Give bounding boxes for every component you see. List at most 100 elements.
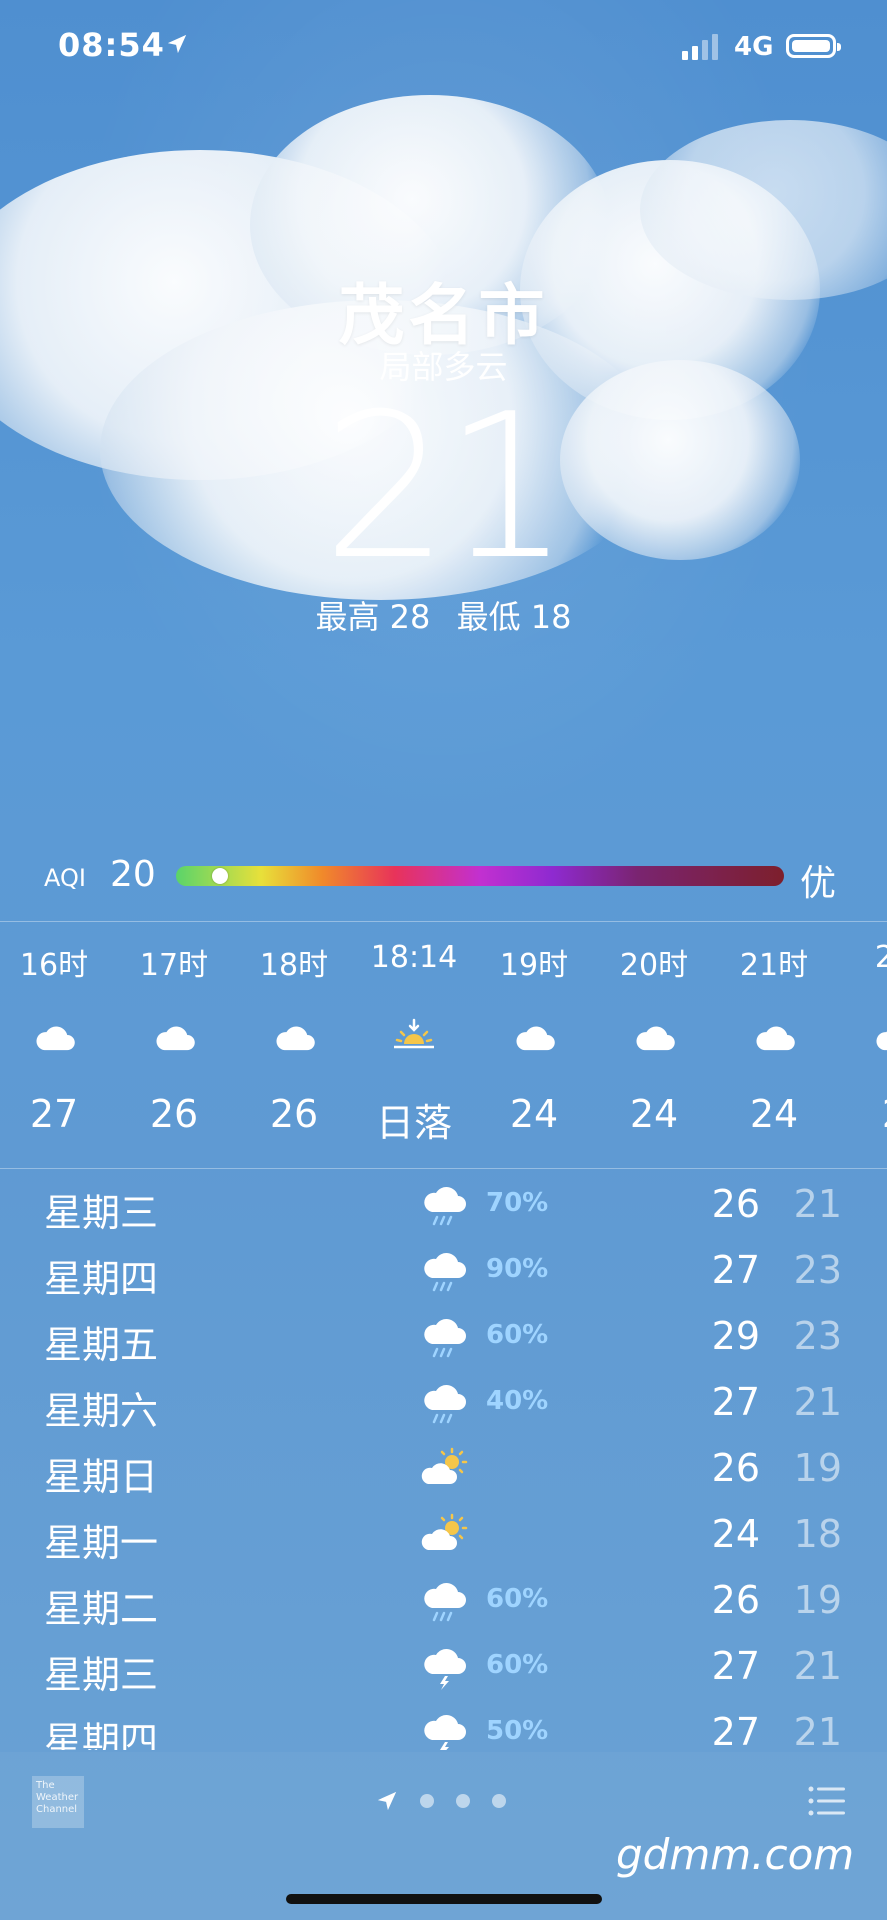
watermark-text: gdmm.com xyxy=(616,1830,855,1879)
day-low: 23 xyxy=(793,1248,842,1292)
day-low: 21 xyxy=(793,1644,842,1688)
rain-icon xyxy=(420,1182,468,1230)
daily-row: 星期五 60% 29 23 xyxy=(0,1304,887,1370)
day-name: 星期日 xyxy=(44,1455,159,1499)
hour-time: 18时 xyxy=(259,948,329,983)
low-temp: 最低 18 xyxy=(456,598,572,636)
hour-time: 16时 xyxy=(19,948,89,983)
sunset-icon xyxy=(390,1018,438,1052)
cloud-icon xyxy=(870,1018,887,1052)
day-low: 21 xyxy=(793,1380,842,1424)
hour-time: 19时 xyxy=(499,948,569,983)
battery-icon xyxy=(786,34,841,58)
hour-time: 21时 xyxy=(739,948,809,983)
day-name: 星期四 xyxy=(44,1257,159,1301)
hour-temp: 26 xyxy=(269,1092,319,1136)
day-low: 19 xyxy=(793,1578,842,1622)
city-list-icon[interactable] xyxy=(808,1786,846,1816)
rain-icon xyxy=(420,1578,468,1626)
precip-chance: 60% xyxy=(486,1584,549,1614)
cloud-icon xyxy=(510,1018,558,1052)
day-name: 星期四 xyxy=(44,1719,159,1750)
day-low: 21 xyxy=(793,1182,842,1226)
day-name: 星期一 xyxy=(44,1521,159,1565)
hour-time: 22 xyxy=(874,940,887,975)
daily-row: 星期四 90% 27 23 xyxy=(0,1238,887,1304)
daily-forecast[interactable]: 星期三 70% 26 21 星期四 90% 27 23 星期五 60% 29 23 星期六 40% 27 21… xyxy=(0,1172,887,1750)
daily-row: 星期六 40% 27 21 xyxy=(0,1370,887,1436)
bottom-bar: The Weather Channel gdmm.com xyxy=(0,1752,887,1920)
rain-icon xyxy=(420,1314,468,1362)
day-name: 星期五 xyxy=(44,1323,159,1367)
day-high: 26 xyxy=(711,1578,760,1622)
partly-cloudy-icon xyxy=(420,1512,468,1560)
thunderstorm-icon xyxy=(420,1644,468,1692)
signal-bars-icon xyxy=(682,34,718,60)
day-low: 21 xyxy=(793,1710,842,1750)
home-indicator[interactable] xyxy=(286,1894,602,1904)
precip-chance: 40% xyxy=(486,1386,549,1416)
high-low: 最高 28 最低 18 xyxy=(0,592,887,638)
day-high: 26 xyxy=(711,1446,760,1490)
daily-row: 星期三 60% 27 21 xyxy=(0,1634,887,1700)
weather-channel-logo[interactable]: The Weather Channel xyxy=(32,1776,84,1828)
network-type: 4G xyxy=(734,32,774,62)
day-low: 19 xyxy=(793,1446,842,1490)
aqi-grade: 优 xyxy=(800,863,837,904)
divider xyxy=(0,1168,887,1169)
hour-time: 20时 xyxy=(619,948,689,983)
hour-temp: 日落 xyxy=(375,1101,452,1145)
high-temp: 最高 28 xyxy=(315,598,431,636)
day-high: 27 xyxy=(711,1380,760,1424)
page-indicator[interactable] xyxy=(376,1788,516,1814)
hour-temp: 27 xyxy=(29,1092,79,1136)
cloud-icon xyxy=(270,1018,318,1052)
day-name: 星期六 xyxy=(44,1389,159,1433)
daily-row: 星期日 26 19 xyxy=(0,1436,887,1502)
day-high: 29 xyxy=(711,1314,760,1358)
day-low: 23 xyxy=(793,1314,842,1358)
location-arrow-icon xyxy=(167,34,187,54)
cloud-icon xyxy=(150,1018,198,1052)
status-time: 08:54 xyxy=(58,26,165,64)
precip-chance: 50% xyxy=(486,1716,549,1746)
aqi-row[interactable]: AQI 20 优 xyxy=(0,850,887,904)
precip-chance: 70% xyxy=(486,1188,549,1218)
cloud-icon xyxy=(630,1018,678,1052)
page-dot[interactable] xyxy=(456,1794,470,1808)
rain-icon xyxy=(420,1380,468,1428)
day-low: 18 xyxy=(793,1512,842,1556)
day-high: 27 xyxy=(711,1644,760,1688)
current-temperature: 21 xyxy=(322,371,571,604)
daily-row: 星期二 60% 26 19 xyxy=(0,1568,887,1634)
thunderstorm-icon xyxy=(420,1710,468,1750)
cloud-icon xyxy=(750,1018,798,1052)
hour-temp: 2 xyxy=(834,1092,887,1136)
hour-temp: 24 xyxy=(749,1092,799,1136)
day-high: 24 xyxy=(711,1512,760,1556)
page-dot[interactable] xyxy=(492,1794,506,1808)
daily-row: 星期三 70% 26 21 xyxy=(0,1172,887,1238)
hour-temp: 26 xyxy=(149,1092,199,1136)
hour-time: 18:14 xyxy=(370,940,458,975)
day-name: 星期二 xyxy=(44,1587,159,1631)
page-dot[interactable] xyxy=(420,1794,434,1808)
aqi-label: AQI xyxy=(44,864,86,892)
precip-chance: 90% xyxy=(486,1254,549,1284)
hourly-forecast[interactable]: 16时2717时2618时2618:14日落19时2420时2421时24222 xyxy=(0,922,887,1168)
aqi-value: 20 xyxy=(110,854,156,895)
day-name: 星期三 xyxy=(44,1653,159,1697)
partly-cloudy-icon xyxy=(420,1446,468,1494)
daily-row: 星期一 24 18 xyxy=(0,1502,887,1568)
status-bar: 08:54 4G xyxy=(0,0,887,100)
precip-chance: 60% xyxy=(486,1650,549,1680)
day-high: 27 xyxy=(711,1710,760,1750)
cloud-icon xyxy=(30,1018,78,1052)
daily-row: 星期四 50% 27 21 xyxy=(0,1700,887,1750)
current-location-page-icon[interactable] xyxy=(376,1790,398,1812)
day-high: 26 xyxy=(711,1182,760,1226)
aqi-scale-bar xyxy=(176,866,784,886)
day-high: 27 xyxy=(711,1248,760,1292)
precip-chance: 60% xyxy=(486,1320,549,1350)
hour-time: 17时 xyxy=(139,948,209,983)
